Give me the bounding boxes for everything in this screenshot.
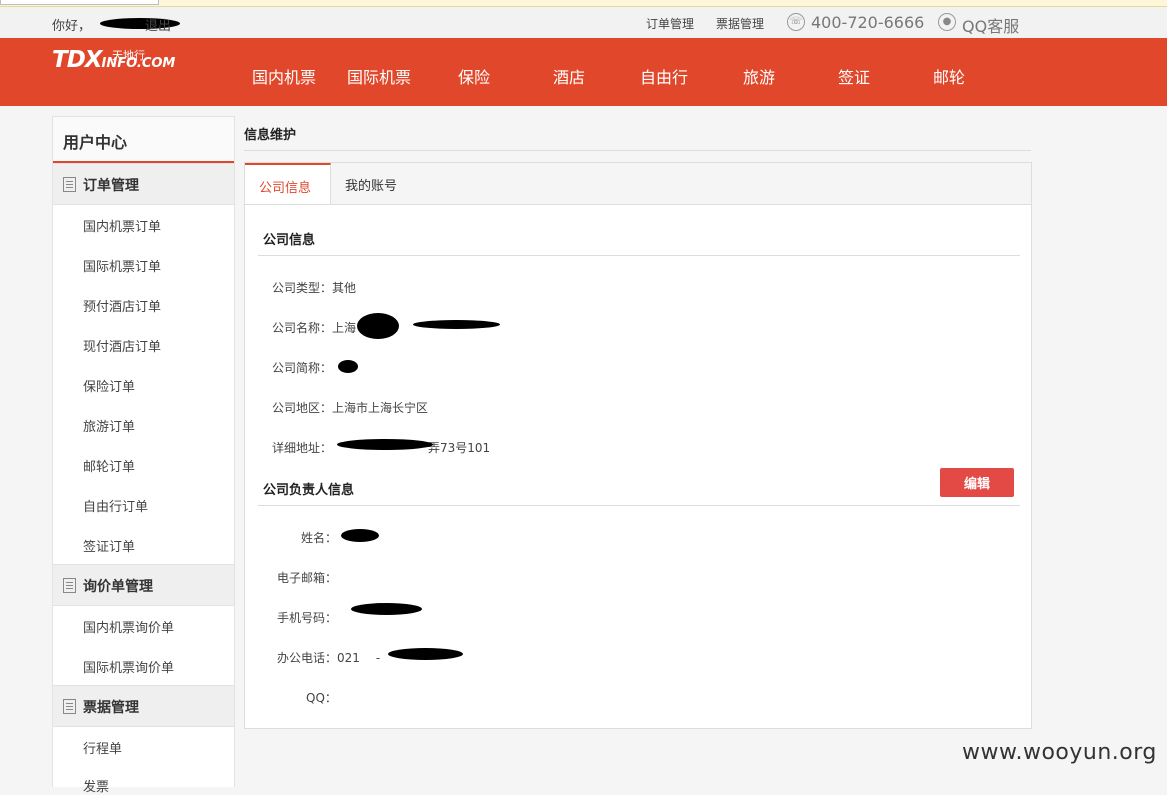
redaction-mark xyxy=(338,360,358,373)
field-value: 其他 xyxy=(332,281,357,295)
redaction-mark xyxy=(351,603,422,615)
field-value: 上海 xyxy=(332,321,357,335)
logout-link[interactable]: 退出 xyxy=(145,15,171,34)
sidebar-item-cruise-orders[interactable]: 邮轮订单 xyxy=(83,456,135,475)
edit-button[interactable]: 编辑 xyxy=(940,468,1014,497)
document-icon xyxy=(63,578,76,593)
field-person-qq: QQ： xyxy=(306,689,337,706)
watermark: www.wooyun.org xyxy=(962,740,1157,765)
tab-my-account[interactable]: 我的账号 xyxy=(345,175,397,194)
logo-text: TDX xyxy=(52,47,103,73)
qq-icon: ● xyxy=(938,13,956,31)
redaction-mark xyxy=(357,313,399,339)
browser-notice-strip xyxy=(0,0,1167,7)
sidebar-item-insurance-orders[interactable]: 保险订单 xyxy=(83,376,135,395)
logo-cn: 天地行 xyxy=(112,49,145,62)
phone-icon: ☏ xyxy=(787,13,805,31)
field-label: 公司地区： xyxy=(272,401,333,415)
field-label: 姓名： xyxy=(301,531,338,545)
phone-separator: - xyxy=(375,651,381,665)
nav-domestic-flights[interactable]: 国内机票 xyxy=(252,64,316,88)
nav-tours[interactable]: 旅游 xyxy=(743,64,775,88)
field-person-email: 电子邮箱： xyxy=(277,569,337,586)
field-label: 电子邮箱： xyxy=(277,571,338,585)
nav-hotel[interactable]: 酒店 xyxy=(553,64,585,88)
sidebar: 用户中心 订单管理 国内机票订单 国际机票订单 预付酒店订单 现付酒店订单 保险… xyxy=(52,116,235,795)
field-label: 手机号码： xyxy=(277,611,338,625)
tab-company-info[interactable]: 公司信息 xyxy=(245,163,331,204)
field-company-short: 公司简称： xyxy=(272,359,332,376)
redaction-mark xyxy=(341,529,379,542)
sidebar-item-tour-orders[interactable]: 旅游订单 xyxy=(83,416,135,435)
field-label: 详细地址： xyxy=(272,441,333,455)
field-label: 办公电话： xyxy=(277,651,338,665)
nav-free-travel[interactable]: 自由行 xyxy=(640,64,688,88)
sidebar-item-free-travel-orders[interactable]: 自由行订单 xyxy=(83,496,148,515)
sidebar-item-intl-flight-orders[interactable]: 国际机票订单 xyxy=(83,256,161,275)
sidebar-group-label: 订单管理 xyxy=(83,178,139,194)
field-value: 021 xyxy=(337,651,360,665)
field-person-office-phone: 办公电话：021 - xyxy=(277,649,380,666)
sidebar-item-invoice[interactable]: 发票 xyxy=(83,776,109,795)
field-label: 公司类型： xyxy=(272,281,333,295)
sidebar-group-orders[interactable]: 订单管理 xyxy=(53,163,234,205)
company-section-title: 公司信息 xyxy=(263,233,316,248)
browser-tab-stub xyxy=(0,0,159,5)
sidebar-group-invoices[interactable]: 票据管理 xyxy=(53,685,234,727)
nav-cruise[interactable]: 邮轮 xyxy=(933,64,965,88)
sidebar-group-label: 票据管理 xyxy=(83,700,139,716)
tab-label: 公司信息 xyxy=(259,181,312,196)
document-icon xyxy=(63,699,76,714)
field-value: 上海市上海长宁区 xyxy=(332,401,429,415)
nav-visa[interactable]: 签证 xyxy=(838,64,870,88)
sidebar-item-paynow-hotel-orders[interactable]: 现付酒店订单 xyxy=(83,336,161,355)
sidebar-group-label: 询价单管理 xyxy=(83,579,153,595)
field-company-region: 公司地区：上海市上海长宁区 xyxy=(272,399,428,416)
nav-insurance[interactable]: 保险 xyxy=(458,64,490,88)
field-person-mobile: 手机号码： xyxy=(277,609,337,626)
sidebar-item-domestic-flight-orders[interactable]: 国内机票订单 xyxy=(83,216,161,235)
section-divider xyxy=(258,255,1020,256)
qq-service-link[interactable]: QQ客服 xyxy=(962,13,1019,37)
document-icon xyxy=(63,177,76,192)
sidebar-item-intl-flight-inquiries[interactable]: 国际机票询价单 xyxy=(83,657,174,676)
service-phone: 400-720-6666 xyxy=(811,13,925,32)
title-divider xyxy=(244,150,1031,151)
sidebar-item-itinerary[interactable]: 行程单 xyxy=(83,738,122,757)
sidebar-title: 用户中心 xyxy=(53,117,234,163)
sidebar-title-text: 用户中心 xyxy=(63,133,128,152)
sidebar-group-inquiries[interactable]: 询价单管理 xyxy=(53,564,234,606)
section-divider xyxy=(258,505,1020,506)
top-link-invoices[interactable]: 票据管理 xyxy=(716,15,764,32)
site-logo[interactable]: TDXINFO.COM 天地行 xyxy=(52,47,175,73)
sidebar-item-domestic-flight-inquiries[interactable]: 国内机票询价单 xyxy=(83,617,174,636)
field-label: 公司名称： xyxy=(272,321,333,335)
nav-intl-flights[interactable]: 国际机票 xyxy=(347,64,411,88)
sidebar-item-prepaid-hotel-orders[interactable]: 预付酒店订单 xyxy=(83,296,161,315)
person-section-title: 公司负责人信息 xyxy=(263,483,355,498)
redaction-mark xyxy=(388,648,463,660)
greeting-text: 你好， xyxy=(52,19,92,34)
redaction-mark xyxy=(337,439,433,450)
field-company-name: 公司名称：上海 xyxy=(272,319,356,336)
redaction-mark xyxy=(413,320,500,329)
field-label: QQ： xyxy=(306,691,337,705)
field-value: 弄73号101 xyxy=(428,441,491,455)
field-person-name: 姓名： xyxy=(301,529,337,546)
page-title: 信息维护 xyxy=(244,128,297,143)
top-link-orders[interactable]: 订单管理 xyxy=(646,15,694,32)
field-label: 公司简称： xyxy=(272,361,333,375)
field-company-type: 公司类型：其他 xyxy=(272,279,356,296)
sidebar-item-visa-orders[interactable]: 签证订单 xyxy=(83,536,135,555)
